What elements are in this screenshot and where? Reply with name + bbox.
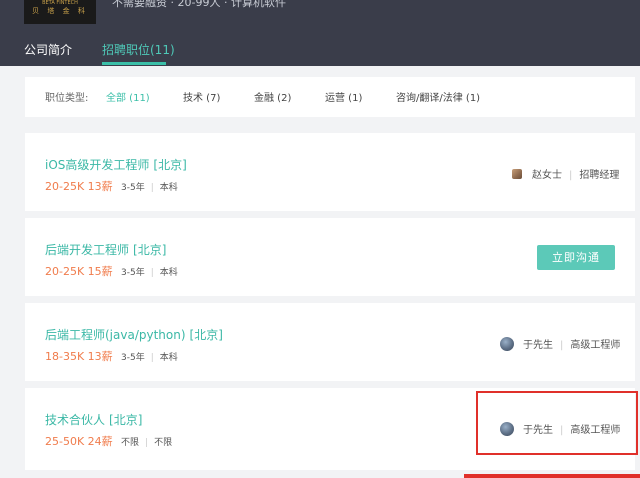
job-salary: 18-35K 13薪	[45, 350, 113, 363]
job-experience: 不限	[121, 438, 140, 448]
job-salary: 20-25K 13薪	[45, 180, 113, 193]
filter-option-operations[interactable]: 运营 (1)	[325, 89, 362, 104]
job-experience: 3-5年	[121, 353, 145, 363]
avatar	[500, 337, 514, 351]
divider: |	[150, 353, 154, 363]
recruiter-name: 赵女士	[532, 170, 562, 181]
job-title: 后端工程师(java/python)	[45, 328, 186, 342]
job-city: [北京]	[109, 413, 143, 427]
recruiter-name: 于先生	[523, 340, 553, 351]
job-requirements: 3-5年 | 本科	[121, 180, 178, 193]
job-city: [北京]	[189, 328, 223, 342]
divider: |	[150, 268, 154, 278]
job-title: 后端开发工程师	[45, 243, 130, 257]
filter-option-all[interactable]: 全部 (11)	[106, 89, 150, 104]
job-education: 本科	[159, 353, 178, 363]
tab-company-intro[interactable]: 公司简介	[24, 41, 72, 58]
next-highlight-edge	[464, 474, 640, 478]
job-city: [北京]	[153, 158, 187, 172]
job-experience: 3-5年	[121, 268, 145, 278]
divider: |	[560, 340, 564, 351]
job-experience: 3-5年	[121, 183, 145, 193]
highlight-box	[476, 391, 638, 455]
job-education: 不限	[154, 438, 173, 448]
job-title-link[interactable]: iOS高级开发工程师 [北京]	[45, 156, 187, 173]
job-card[interactable]: 后端开发工程师 [北京] 20-25K 15薪 3-5年 | 本科 立即沟通	[25, 218, 635, 296]
filter-option-consulting[interactable]: 咨询/翻译/法律 (1)	[396, 89, 480, 104]
recruiter-title: 招聘经理	[579, 170, 620, 181]
active-tab-underline	[102, 62, 166, 65]
recruiter-title: 高级工程师	[570, 340, 621, 351]
divider: |	[569, 170, 573, 181]
job-title: 技术合伙人	[45, 413, 106, 427]
job-card[interactable]: iOS高级开发工程师 [北京] 20-25K 13薪 3-5年 | 本科 赵女士 | 招聘…	[25, 133, 635, 211]
job-title-link[interactable]: 后端工程师(java/python) [北京]	[45, 326, 223, 343]
divider: |	[150, 183, 154, 193]
recruiter-info[interactable]: 于先生 | 高级工程师	[500, 336, 620, 351]
job-title-link[interactable]: 后端开发工程师 [北京]	[45, 241, 166, 258]
filter-option-tech[interactable]: 技术 (7)	[183, 89, 220, 104]
job-requirements: 3-5年 | 本科	[121, 265, 178, 278]
job-card[interactable]: 后端工程师(java/python) [北京] 18-35K 13薪 3-5年 | 本…	[25, 303, 635, 381]
avatar	[512, 169, 522, 179]
job-title: iOS高级开发工程师	[45, 158, 150, 172]
divider: |	[145, 438, 149, 448]
job-salary: 25-50K 24薪	[45, 435, 113, 448]
job-salary: 20-25K 15薪	[45, 265, 113, 278]
recruiter-info[interactable]: 赵女士 | 招聘经理	[512, 166, 619, 181]
company-header: BETA FINTECH 贝 塔 金 科 不需要融资 · 20-99人 · 计算…	[0, 0, 640, 66]
tab-job-openings[interactable]: 招聘职位(11)	[102, 41, 175, 58]
job-education: 本科	[159, 268, 178, 278]
job-requirements: 不限 | 不限	[121, 435, 172, 448]
company-logo: BETA FINTECH 贝 塔 金 科	[24, 0, 96, 24]
job-education: 本科	[159, 183, 178, 193]
job-requirements: 3-5年 | 本科	[121, 350, 178, 363]
company-info: 不需要融资 · 20-99人 · 计算机软件	[112, 0, 286, 9]
filter-option-finance[interactable]: 金融 (2)	[254, 89, 291, 104]
job-title-link[interactable]: 技术合伙人 [北京]	[45, 411, 142, 428]
job-city: [北京]	[133, 243, 167, 257]
chat-now-button[interactable]: 立即沟通	[537, 245, 615, 270]
filter-label: 职位类型:	[45, 93, 89, 104]
job-type-filter: 职位类型: 全部 (11) 技术 (7) 金融 (2) 运营 (1) 咨询/翻译…	[25, 77, 635, 117]
